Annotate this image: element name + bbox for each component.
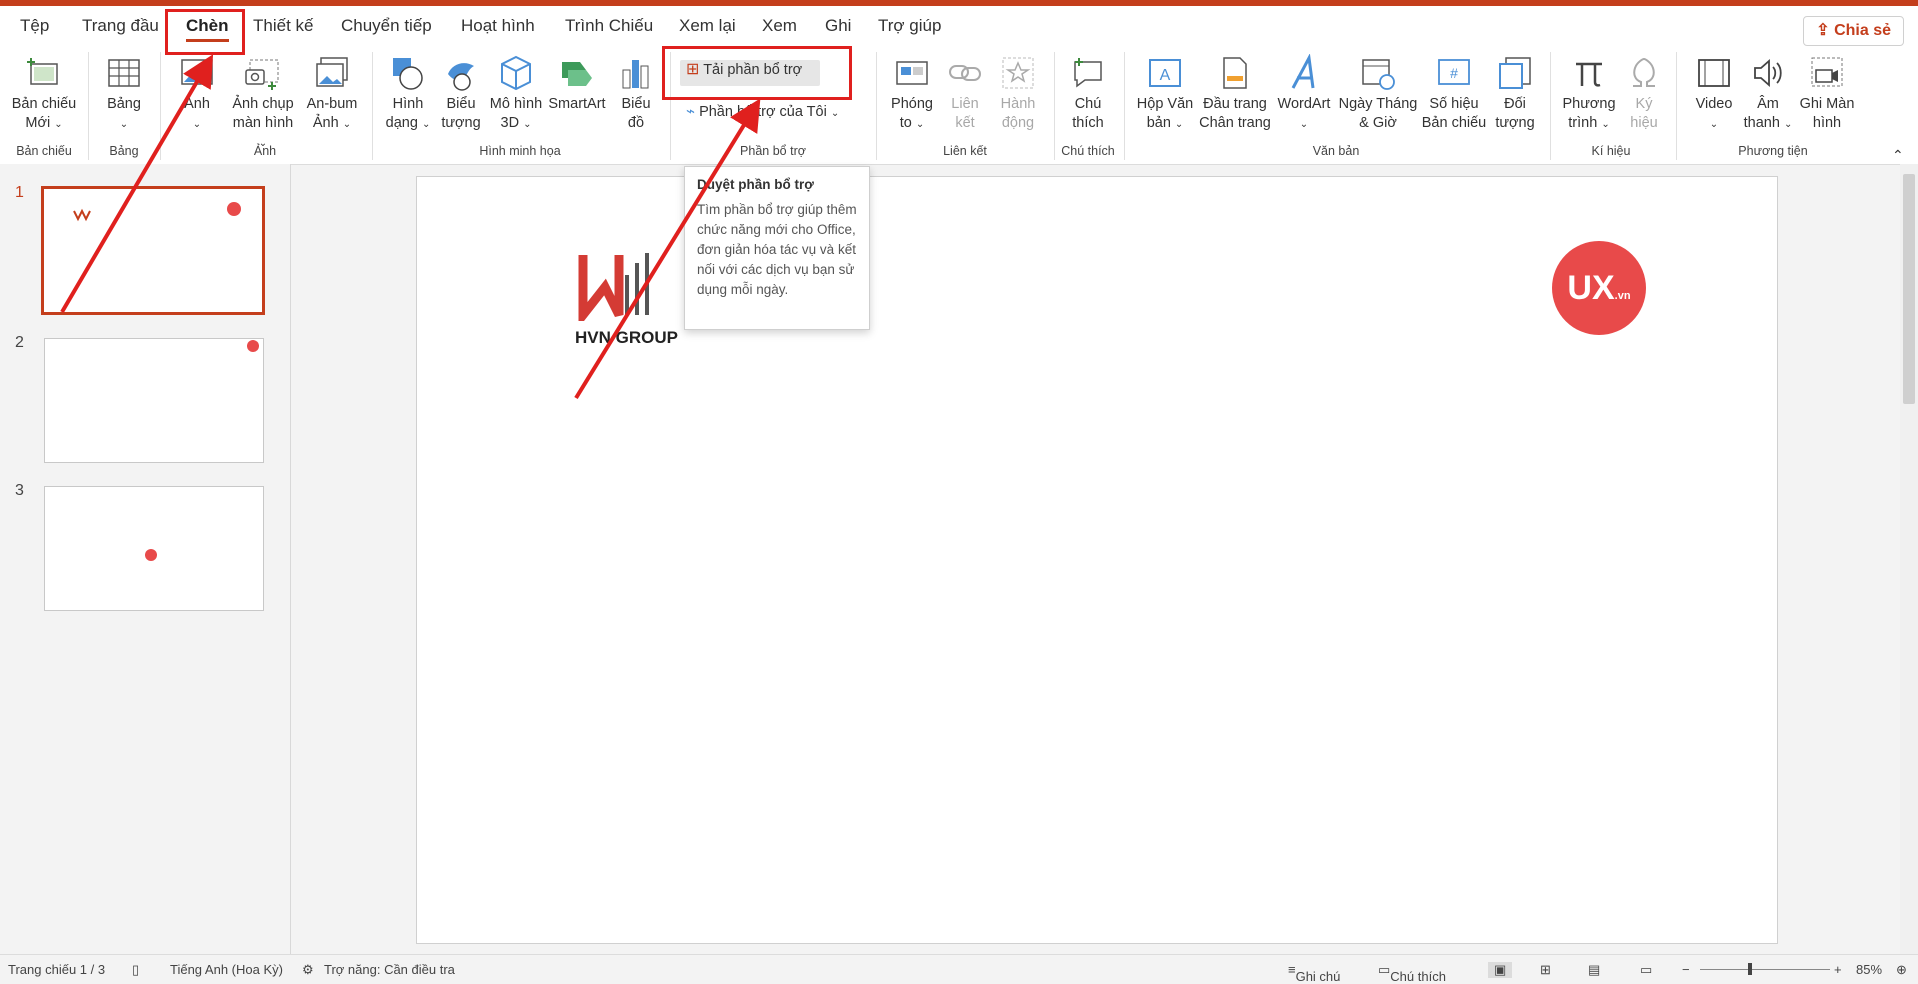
slide-counter: Trang chiếu 1 / 3 bbox=[8, 962, 106, 977]
slideshow-icon[interactable]: ▭ bbox=[1640, 962, 1652, 978]
zoom-level[interactable]: 85% bbox=[1856, 962, 1882, 977]
accessibility-icon: ⚙ bbox=[302, 962, 314, 977]
normal-view-icon[interactable]: ▣ bbox=[1488, 962, 1513, 978]
zoom-slider-thumb[interactable] bbox=[1748, 963, 1752, 975]
zoom-slider[interactable] bbox=[1700, 969, 1830, 970]
zoom-in-icon[interactable]: + bbox=[1834, 962, 1842, 977]
arrow-to-insert-tab bbox=[60, 54, 214, 314]
reading-view-icon[interactable]: ▤ bbox=[1588, 962, 1600, 978]
notes-button[interactable]: ≡ Ghi chú bbox=[1288, 962, 1340, 984]
slide-sorter-icon[interactable]: ⊞ bbox=[1540, 962, 1551, 978]
language-status[interactable]: Tiếng Anh (Hoa Kỳ) bbox=[170, 962, 283, 977]
spelling-icon[interactable]: ▯ bbox=[132, 962, 139, 978]
zoom-out-icon[interactable]: − bbox=[1682, 962, 1690, 977]
accessibility-status[interactable]: Trợ năng: Cần điều tra bbox=[324, 962, 455, 977]
comments-button[interactable]: ▭ Chú thích bbox=[1378, 962, 1446, 984]
arrow-to-get-addins bbox=[574, 98, 761, 400]
fit-slide-icon[interactable]: ⊕ bbox=[1896, 962, 1907, 978]
status-bar: Trang chiếu 1 / 3 ▯ Tiếng Anh (Hoa Kỳ) ⚙… bbox=[0, 954, 1918, 984]
annotation-arrows bbox=[60, 54, 761, 400]
